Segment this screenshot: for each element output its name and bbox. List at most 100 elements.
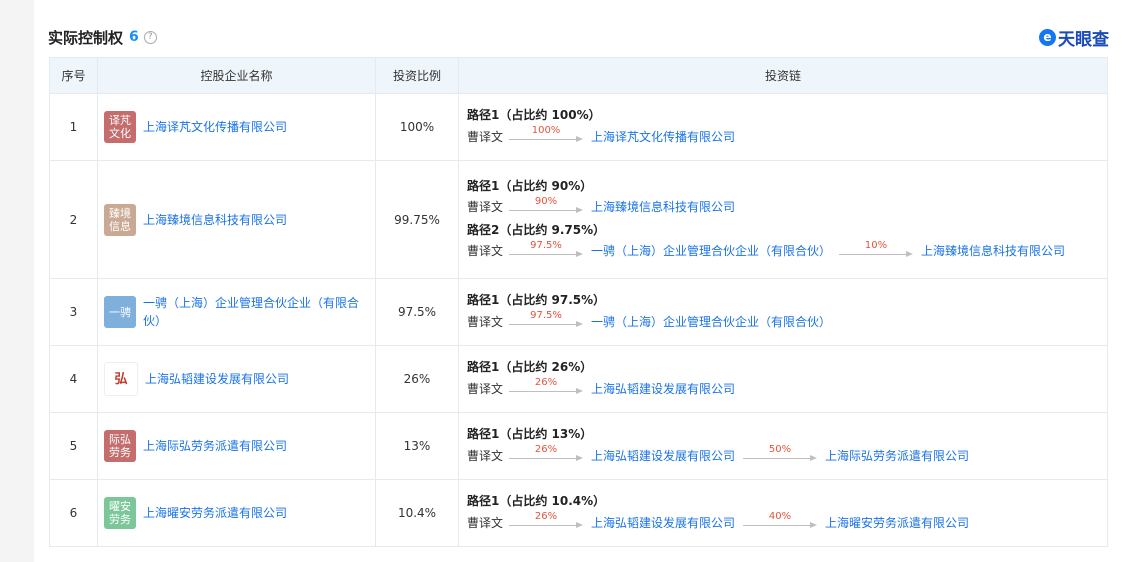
company-link[interactable]: 上海曜安劳务派遣有限公司: [143, 504, 287, 522]
company-cell: 曜安 劳务 上海曜安劳务派遣有限公司: [97, 479, 376, 547]
table-row: 4 弘上海弘韬建设发展有限公司 26% 路径1（占比约 26%） 曹译文 26% 上海弘韬建…: [49, 345, 1108, 413]
investment-chain-cell: 路径1（占比约 13%） 曹译文 26% 上海弘韬建设发展有限公司 50% 上海际弘劳务派…: [458, 412, 1108, 480]
stake-percent: 26%: [534, 444, 558, 455]
table-row: 5 际弘 劳务 上海际弘劳务派遣有限公司 13% 路径1（占比约 13%） 曹译文 26% 上海…: [49, 412, 1108, 480]
arrow-icon: 97.5%: [509, 239, 584, 262]
company-cell: 译芃 文化 上海译芃文化传播有限公司: [97, 93, 376, 161]
company-link[interactable]: 上海际弘劳务派遣有限公司: [143, 437, 287, 455]
company-link[interactable]: 上海弘韬建设发展有限公司: [145, 370, 289, 388]
company-logo[interactable]: 臻境 信息: [104, 203, 136, 236]
section-title: 实际控制权: [48, 28, 124, 47]
chain-company-link[interactable]: 上海译芃文化传播有限公司: [591, 128, 735, 145]
arrow-icon: 26%: [509, 511, 584, 533]
company-logo[interactable]: 弘: [104, 362, 138, 396]
investment-ratio: 13%: [375, 412, 459, 480]
arrow-icon: 97.5%: [509, 310, 584, 332]
company-cell: 臻境 信息 上海臻境信息科技有限公司: [97, 160, 376, 279]
path-title: 路径1（占比约 100%）: [467, 108, 601, 122]
chain-line: 曹译文 26% 上海弘韬建设发展有限公司 50% 上海际弘劳务派遣有限公司: [467, 444, 1099, 466]
chain-company-link[interactable]: 一骋（上海）企业管理合伙企业（有限合伙）: [591, 242, 831, 259]
header-index: 序号: [49, 57, 98, 94]
chain-line: 曹译文 97.5% 一骋（上海）企业管理合伙企业（有限合伙）: [467, 310, 1099, 332]
header-chain: 投资链: [458, 57, 1108, 94]
company-logo-text: 劳务: [109, 513, 131, 526]
stake-percent: 26%: [534, 511, 558, 522]
chain-company-link[interactable]: 上海臻境信息科技有限公司: [591, 198, 735, 215]
stake-percent: 100%: [531, 125, 561, 136]
stake-percent: 50%: [768, 444, 792, 455]
stake-percent: 40%: [768, 511, 792, 522]
stake-percent: 10%: [864, 239, 888, 251]
company-logo-text: 信息: [109, 219, 131, 233]
row-index: 2: [49, 160, 98, 279]
arrow-icon: 26%: [509, 444, 584, 466]
company-logo[interactable]: 译芃 文化: [104, 111, 136, 143]
arrow-icon: 100%: [509, 125, 584, 147]
company-logo-text: 一骋: [109, 305, 131, 319]
company-logo-text: 臻境: [109, 206, 131, 220]
arrow-icon: 50%: [743, 444, 818, 466]
company-logo-text: 译芃: [109, 114, 131, 127]
row-index: 5: [49, 412, 98, 480]
company-link[interactable]: 上海译芃文化传播有限公司: [143, 118, 287, 136]
brand: e 天眼查: [1039, 25, 1109, 50]
path-title: 路径2（占比约 9.75%）: [467, 222, 606, 237]
investment-chain-cell: 路径1（占比约 97.5%） 曹译文 97.5% 一骋（上海）企业管理合伙企业（有限合…: [458, 278, 1108, 346]
investment-ratio: 10.4%: [375, 479, 459, 547]
investment-ratio: 99.75%: [375, 160, 459, 279]
controller-name: 曹译文: [467, 515, 504, 530]
row-index: 4: [49, 345, 98, 413]
company-logo-text: 曜安: [109, 500, 131, 513]
path-title: 路径1（占比约 97.5%）: [467, 293, 606, 307]
company-logo-text: 劳务: [109, 446, 131, 459]
investment-ratio: 26%: [375, 345, 459, 413]
table-row: 2 臻境 信息 上海臻境信息科技有限公司 99.75% 路径1（占比约 90%） 曹译文 90…: [49, 160, 1108, 279]
row-index: 1: [49, 93, 98, 161]
arrow-icon: 90%: [509, 195, 584, 218]
stake-percent: 97.5%: [530, 310, 562, 321]
investment-chain-cell: 路径1（占比约 100%） 曹译文 100% 上海译芃文化传播有限公司: [458, 93, 1108, 161]
path-title: 路径1（占比约 13%）: [467, 427, 593, 441]
question-circle-icon[interactable]: ?: [143, 30, 157, 44]
row-index: 6: [49, 479, 98, 547]
chain-company-link[interactable]: 上海臻境信息科技有限公司: [921, 242, 1065, 259]
investment-ratio: 97.5%: [375, 278, 459, 346]
row-index: 3: [49, 278, 98, 346]
stake-percent: 97.5%: [530, 239, 562, 251]
chain-company-link[interactable]: 上海弘韬建设发展有限公司: [591, 514, 735, 531]
controller-name: 曹译文: [467, 381, 504, 396]
controller-name: 曹译文: [467, 129, 504, 144]
arrow-icon: 10%: [839, 239, 914, 262]
stake-percent: 26%: [534, 377, 558, 388]
table-header-row: 序号 控股企业名称 投资比例 投资链: [49, 57, 1108, 94]
table-row: 3 一骋 一骋（上海）企业管理合伙企业（有限合伙） 97.5% 路径1（占比约 97.5…: [49, 278, 1108, 346]
table-row: 6 曜安 劳务 上海曜安劳务派遣有限公司 10.4% 路径1（占比约 10.4%） 曹译文 2…: [49, 479, 1108, 547]
company-logo[interactable]: 际弘 劳务: [104, 430, 136, 462]
chain-company-link[interactable]: 上海弘韬建设发展有限公司: [591, 380, 735, 397]
company-logo[interactable]: 曜安 劳务: [104, 497, 136, 529]
stake-percent: 90%: [534, 195, 558, 207]
path-title: 路径1（占比约 26%）: [467, 360, 593, 374]
chain-line: 曹译文 97.5% 一骋（上海）企业管理合伙企业（有限合伙） 10% 上海臻境信息科技有…: [467, 240, 1099, 262]
company-cell: 弘 上海弘韬建设发展有限公司: [97, 345, 376, 413]
company-link[interactable]: 上海臻境信息科技有限公司: [143, 211, 287, 229]
header-company: 控股企业名称: [97, 57, 376, 94]
company-cell: 际弘 劳务 上海际弘劳务派遣有限公司: [97, 412, 376, 480]
actual-control-card: 实际控制权 6 ? e 天眼查 序号 控股企业名称 投资比例 投资链 1 译芃 文化…: [34, 0, 1125, 562]
arrow-icon: 26%: [509, 377, 584, 399]
controller-name: 曹译文: [467, 200, 504, 214]
arrow-icon: 40%: [743, 511, 818, 533]
company-logo[interactable]: 一骋: [104, 296, 136, 328]
controller-name: 曹译文: [467, 448, 504, 463]
path-title: 路径1（占比约 90%）: [467, 178, 593, 193]
section-header: 实际控制权 6 ? e 天眼查: [48, 24, 1109, 50]
chain-company-link[interactable]: 上海际弘劳务派遣有限公司: [825, 447, 969, 464]
investment-chain-cell: 路径1（占比约 26%） 曹译文 26% 上海弘韬建设发展有限公司: [458, 345, 1108, 413]
chain-company-link[interactable]: 上海弘韬建设发展有限公司: [591, 447, 735, 464]
controller-name: 曹译文: [467, 244, 504, 258]
chain-line: 曹译文 26% 上海弘韬建设发展有限公司: [467, 377, 1099, 399]
company-logo-text: 际弘: [109, 433, 131, 446]
chain-company-link[interactable]: 一骋（上海）企业管理合伙企业（有限合伙）: [591, 313, 831, 330]
chain-company-link[interactable]: 上海曜安劳务派遣有限公司: [825, 514, 969, 531]
company-link[interactable]: 一骋（上海）企业管理合伙企业（有限合伙）: [143, 294, 369, 330]
